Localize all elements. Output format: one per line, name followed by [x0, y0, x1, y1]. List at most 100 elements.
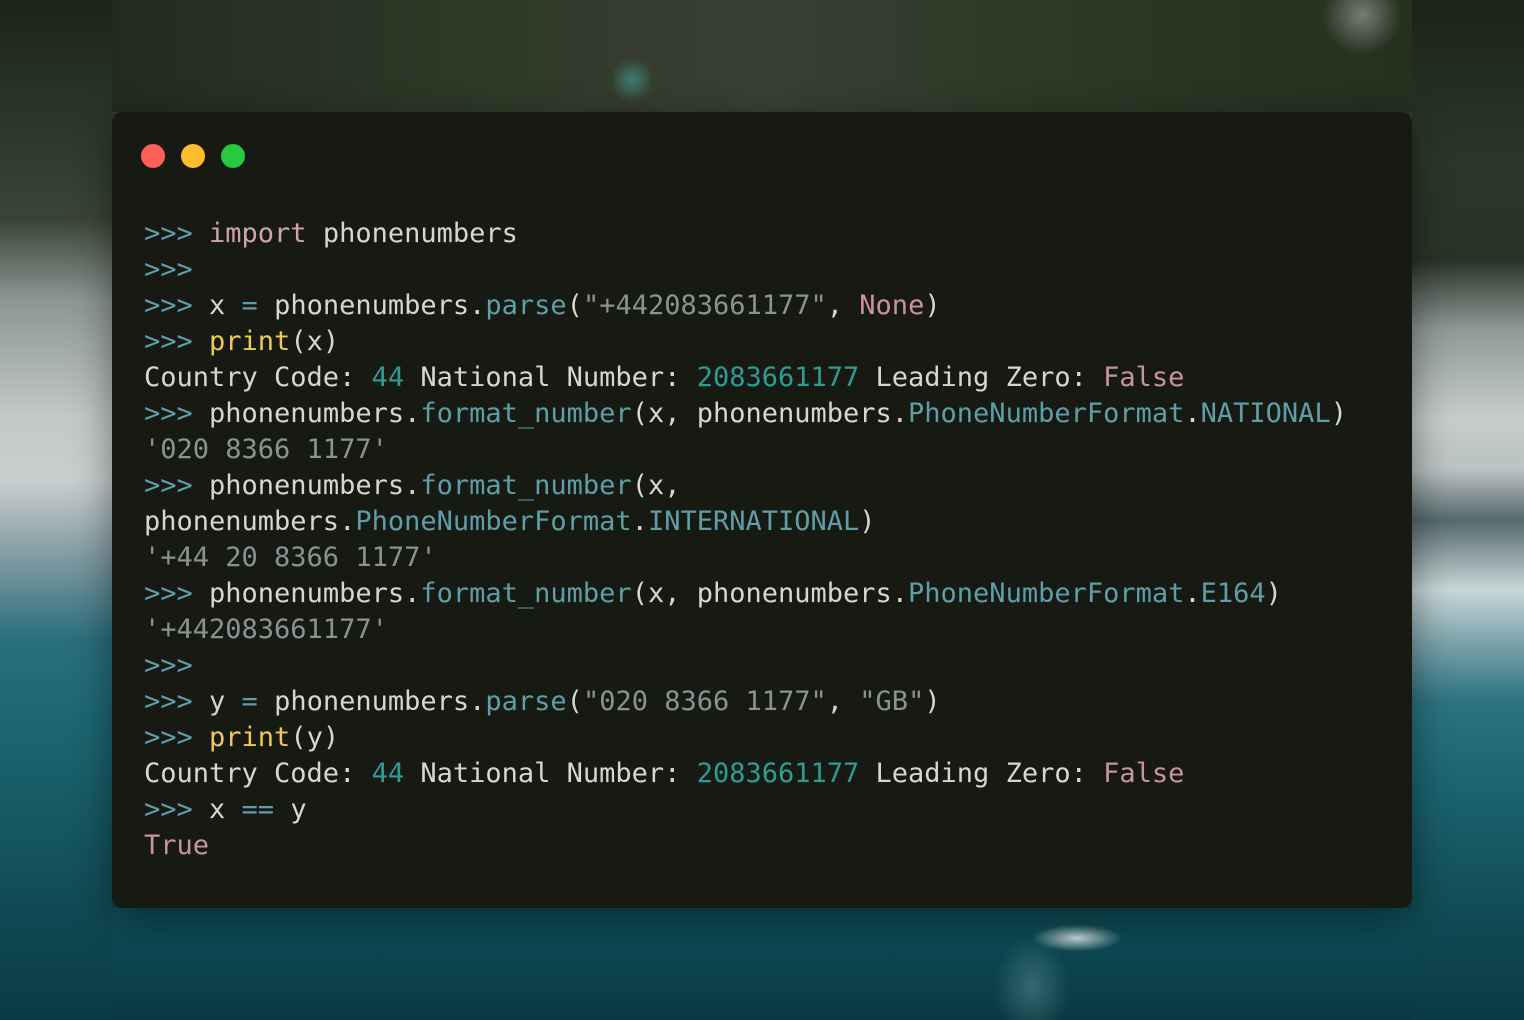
prompt-marker: >>> — [144, 326, 210, 357]
console-line: >>> print(x) — [144, 324, 1388, 360]
code-text: y — [274, 794, 307, 825]
string-literal: "GB" — [859, 686, 925, 717]
attribute-token: format_number — [420, 578, 632, 609]
number-token: 2083661177 — [696, 362, 860, 393]
code-text: x — [209, 794, 242, 825]
code-text: Leading Zero: — [859, 362, 1104, 393]
maximize-button[interactable] — [221, 144, 245, 168]
console-line: '020 8366 1177' — [144, 432, 1388, 468]
operator-token: == — [241, 794, 275, 825]
code-text: (x, phonenumbers. — [631, 398, 909, 429]
code-text: (x, — [631, 470, 681, 501]
code-text: National Number: — [404, 362, 697, 393]
minimize-button[interactable] — [181, 144, 205, 168]
prompt-marker: >>> — [144, 470, 210, 501]
console-line: Country Code: 44 National Number: 208366… — [144, 756, 1388, 792]
background-treetops — [112, 0, 1412, 112]
console-line: >>> x = phonenumbers.parse("+44208366117… — [144, 288, 1388, 324]
prompt-marker: >>> — [144, 398, 210, 429]
code-text: . — [1184, 398, 1201, 429]
attribute-token: PhoneNumberFormat — [908, 578, 1185, 609]
attribute-token: format_number — [420, 470, 632, 501]
number-token: 44 — [371, 362, 405, 393]
code-text: phonenumbers. — [209, 398, 421, 429]
console-line: '+44 20 8366 1177' — [144, 540, 1388, 576]
console-line: >>> phonenumbers.format_number(x, phonen… — [144, 576, 1388, 612]
code-text: phonenumbers. — [257, 686, 486, 717]
prompt-marker: >>> — [144, 218, 210, 249]
code-text: , — [826, 686, 860, 717]
code-text: phonenumbers — [306, 218, 518, 249]
console-line: >>> — [144, 648, 1388, 684]
prompt-marker: >>> — [144, 722, 210, 753]
code-text: ) — [924, 290, 941, 321]
attribute-token: INTERNATIONAL — [647, 506, 860, 537]
console-line: >>> — [144, 252, 1388, 288]
python-console[interactable]: >>> import phonenumbers >>> >>> x = phonen… — [144, 216, 1388, 864]
code-text: , — [826, 290, 860, 321]
keyword-token: import — [209, 218, 307, 249]
constant-token: False — [1103, 758, 1185, 789]
string-literal: "+442083661177" — [582, 290, 827, 321]
console-line: phonenumbers.PhoneNumberFormat.INTERNATI… — [144, 504, 1388, 540]
code-text: (x, phonenumbers. — [631, 578, 909, 609]
code-text: phonenumbers. — [209, 470, 421, 501]
window-controls — [141, 144, 245, 168]
string-literal: '+442083661177' — [144, 614, 388, 645]
code-text: x — [209, 290, 242, 321]
code-text: Country Code: — [144, 758, 372, 789]
builtin-token: print — [209, 722, 291, 753]
prompt-marker: >>> — [144, 578, 210, 609]
code-text: (y) — [290, 722, 340, 753]
attribute-token: PhoneNumberFormat — [355, 506, 632, 537]
code-text: phonenumbers. — [144, 506, 356, 537]
attribute-token: NATIONAL — [1200, 398, 1331, 429]
attribute-token: parse — [485, 686, 567, 717]
string-literal: '+44 20 8366 1177' — [144, 542, 437, 573]
attribute-token: format_number — [420, 398, 632, 429]
background-beach-right — [1412, 0, 1524, 1020]
operator-token: = — [241, 290, 258, 321]
console-line: True — [144, 828, 1388, 864]
code-text: . — [631, 506, 648, 537]
background-ocean — [112, 908, 1412, 1020]
close-button[interactable] — [141, 144, 165, 168]
prompt-marker: >>> — [144, 254, 193, 285]
operator-token: = — [241, 686, 258, 717]
attribute-token: parse — [485, 290, 567, 321]
terminal-window: >>> import phonenumbers >>> >>> x = phonen… — [112, 112, 1412, 908]
code-text: National Number: — [404, 758, 697, 789]
code-text: phonenumbers. — [209, 578, 421, 609]
prompt-marker: >>> — [144, 794, 210, 825]
console-line: >>> x == y — [144, 792, 1388, 828]
number-token: 2083661177 — [696, 758, 860, 789]
constant-token: False — [1103, 362, 1185, 393]
constant-token: True — [144, 830, 210, 861]
prompt-marker: >>> — [144, 686, 210, 717]
code-text: ) — [859, 506, 876, 537]
code-text: ( — [566, 686, 583, 717]
console-line: >>> import phonenumbers — [144, 216, 1388, 252]
code-text: . — [1184, 578, 1201, 609]
code-text: ) — [1330, 398, 1347, 429]
code-text: (x) — [290, 326, 340, 357]
code-text: ( — [566, 290, 583, 321]
code-text: Leading Zero: — [859, 758, 1104, 789]
console-line: >>> phonenumbers.format_number(x, — [144, 468, 1388, 504]
console-line: >>> y = phonenumbers.parse("020 8366 117… — [144, 684, 1388, 720]
code-text: ) — [1265, 578, 1282, 609]
code-text: ) — [924, 686, 941, 717]
console-line: Country Code: 44 National Number: 208366… — [144, 360, 1388, 396]
number-token: 44 — [371, 758, 405, 789]
code-text: phonenumbers. — [257, 290, 486, 321]
string-literal: "020 8366 1177" — [582, 686, 827, 717]
prompt-marker: >>> — [144, 290, 210, 321]
console-line: >>> print(y) — [144, 720, 1388, 756]
builtin-token: print — [209, 326, 291, 357]
attribute-token: PhoneNumberFormat — [908, 398, 1185, 429]
attribute-token: E164 — [1200, 578, 1266, 609]
background-beach-left — [0, 0, 112, 1020]
console-line: >>> phonenumbers.format_number(x, phonen… — [144, 396, 1388, 432]
string-literal: '020 8366 1177' — [144, 434, 388, 465]
constant-token: None — [859, 290, 925, 321]
